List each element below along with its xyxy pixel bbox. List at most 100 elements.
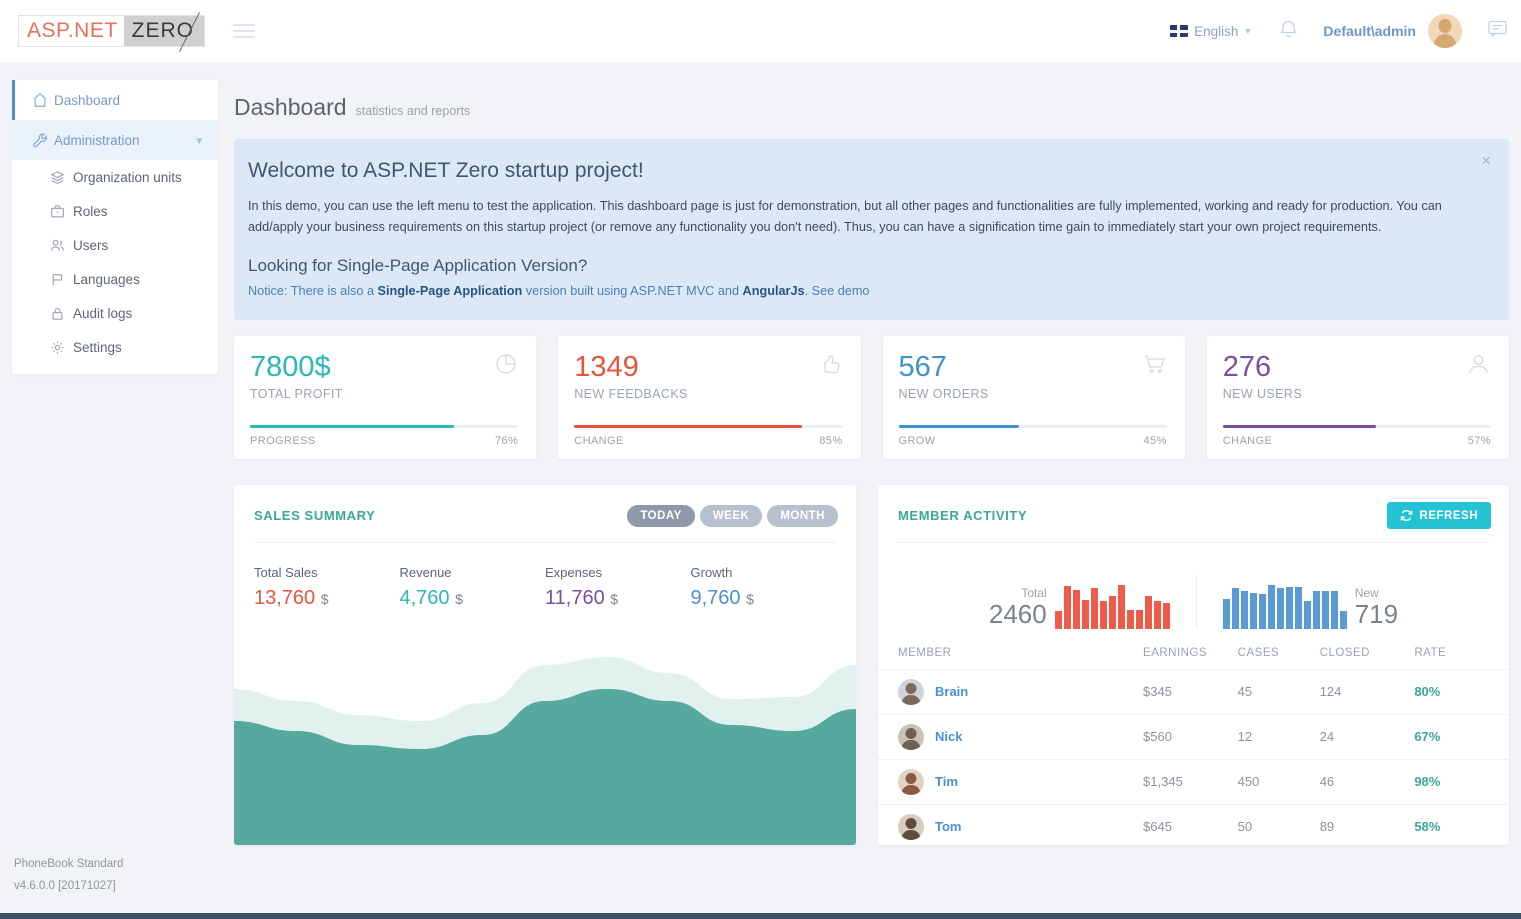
cell-rate: 58%: [1414, 804, 1509, 849]
cell-cases: 450: [1238, 759, 1320, 804]
member-name-link[interactable]: Brain: [935, 684, 968, 699]
sidebar-subitem-label: Organization units: [73, 170, 182, 185]
bell-icon[interactable]: [1280, 19, 1297, 43]
cell-cases: 12: [1238, 714, 1320, 759]
new-block: New 719: [1355, 586, 1398, 629]
sparkline-bar: [1250, 593, 1257, 628]
briefcase-icon: [50, 204, 73, 219]
avatar: [898, 814, 924, 840]
cell-earnings: $345: [1143, 669, 1238, 714]
sparkline-bar: [1136, 610, 1143, 628]
sidebar-subitem-label: Audit logs: [73, 306, 132, 321]
column-rate: RATE: [1414, 647, 1509, 670]
sales-metric-expenses: Expenses 11,760 $: [545, 565, 691, 610]
top-header: ASP.NET ZERO English ▾ Default\admin: [0, 0, 1521, 62]
thumbs-up-icon: [819, 352, 843, 381]
username-label[interactable]: Default\admin: [1323, 23, 1416, 39]
stat-value: 567: [899, 352, 1167, 382]
sparkline-bar: [1100, 601, 1107, 629]
column-member: MEMBER: [878, 647, 1143, 670]
progress-track: [574, 425, 842, 428]
total-value: 2460: [989, 600, 1047, 629]
stat-card-new-users[interactable]: 276 NEW USERS CHANGE 57%: [1207, 336, 1509, 458]
metric-key: Growth: [691, 565, 837, 580]
refresh-icon: [1400, 509, 1413, 522]
range-month-button[interactable]: MONTH: [767, 505, 838, 527]
sidebar-item-administration[interactable]: Administration ▾: [12, 120, 218, 160]
member-name-link[interactable]: Tim: [935, 774, 958, 789]
progress-percent: 57%: [1468, 435, 1491, 447]
stat-card-new-feedbacks[interactable]: 1349 NEW FEEDBACKS CHANGE 85%: [558, 336, 860, 458]
sparkline-bar: [1145, 596, 1152, 629]
sidebar: Dashboard Administration ▾ Organization …: [12, 80, 218, 374]
sparkline-divider: [1196, 575, 1197, 629]
cell-rate: 98%: [1414, 759, 1509, 804]
table-header-row: MEMBER EARNINGS CASES CLOSED RATE: [878, 647, 1509, 670]
header-actions: English ▾ Default\admin: [1170, 14, 1521, 48]
progress-track: [250, 425, 518, 428]
footer-version: v4.6.0.0 [20171027]: [14, 876, 123, 897]
notice-bold-spa: Single-Page Application: [378, 284, 523, 298]
member-name-link[interactable]: Nick: [935, 729, 962, 744]
sales-metric-total-sales: Total Sales 13,760 $: [254, 565, 400, 610]
range-week-button[interactable]: WEEK: [700, 505, 763, 527]
table-row: Brain$3454512480%: [878, 669, 1509, 714]
stat-card-new-orders[interactable]: 567 NEW ORDERS GROW 45%: [883, 336, 1185, 458]
dashboard-panels: SALES SUMMARY TODAY WEEK MONTH Total Sal…: [234, 485, 1509, 845]
metric-key: Total Sales: [254, 565, 400, 580]
cell-cases: 50: [1238, 804, 1320, 849]
progress-percent: 76%: [495, 435, 518, 447]
progress-percent: 45%: [1144, 435, 1167, 447]
sidebar-item-settings[interactable]: Settings: [12, 330, 218, 364]
sidebar-item-organization-units[interactable]: Organization units: [12, 160, 218, 194]
close-icon[interactable]: ×: [1481, 151, 1491, 171]
chat-icon[interactable]: [1488, 20, 1507, 42]
notice-mid: version built using ASP.NET MVC and: [522, 284, 742, 298]
language-selector[interactable]: English ▾: [1170, 24, 1250, 39]
range-today-button[interactable]: TODAY: [627, 505, 695, 527]
cart-icon: [1142, 352, 1167, 382]
avatar: [898, 724, 924, 750]
sidebar-item-roles[interactable]: Roles: [12, 194, 218, 228]
new-label: New: [1355, 586, 1379, 600]
avatar: [898, 769, 924, 795]
footer-product: PhoneBook Standard: [14, 854, 123, 875]
hamburger-icon[interactable]: [233, 20, 255, 42]
language-label: English: [1194, 24, 1238, 39]
progress-label: CHANGE: [1223, 435, 1272, 447]
progress-label: CHANGE: [574, 435, 623, 447]
stat-card-total-profit[interactable]: 7800$ TOTAL PROFIT PROGRESS 76%: [234, 336, 536, 458]
bottom-bar: [0, 913, 1521, 919]
member-name-link[interactable]: Tom: [935, 819, 961, 834]
sparkline-bar: [1118, 585, 1125, 629]
table-row: Tim$1,3454504698%: [878, 759, 1509, 804]
page-header: Dashboard statistics and reports: [234, 80, 1509, 139]
stat-cards: 7800$ TOTAL PROFIT PROGRESS 76% 1349 NEW…: [234, 336, 1509, 458]
total-sparkline-bars: [1055, 585, 1170, 629]
progress-meta: CHANGE 57%: [1223, 435, 1491, 447]
cell-member: Nick: [878, 714, 1143, 759]
member-sparklines: Total 2460 New 719: [878, 543, 1509, 629]
sidebar-item-users[interactable]: Users: [12, 228, 218, 262]
new-sparkline-bars: [1223, 585, 1347, 629]
cell-earnings: $560: [1143, 714, 1238, 759]
column-cases: CASES: [1238, 647, 1320, 670]
app-logo[interactable]: ASP.NET ZERO: [18, 15, 205, 47]
notice-post[interactable]: . See demo: [805, 284, 870, 298]
cell-rate: 80%: [1414, 669, 1509, 714]
avatar[interactable]: [1428, 14, 1462, 48]
cell-closed: 46: [1320, 759, 1415, 804]
member-activity-panel: MEMBER ACTIVITY REFRESH Total 2460: [878, 485, 1509, 845]
sales-metric-revenue: Revenue 4,760 $: [400, 565, 546, 610]
stat-label: NEW USERS: [1223, 387, 1491, 401]
sidebar-item-dashboard[interactable]: Dashboard: [12, 80, 218, 120]
refresh-button[interactable]: REFRESH: [1387, 502, 1491, 529]
sparkline-bar: [1295, 587, 1302, 629]
sparkline-bar: [1127, 610, 1134, 628]
sidebar-item-languages[interactable]: Languages: [12, 262, 218, 296]
alert-notice: Notice: There is also a Single-Page Appl…: [248, 284, 1483, 298]
flag-icon: [50, 272, 73, 287]
sidebar-item-audit-logs[interactable]: Audit logs: [12, 296, 218, 330]
progress-fill: [1223, 425, 1376, 428]
alert-heading: Welcome to ASP.NET Zero startup project!: [248, 159, 1483, 183]
